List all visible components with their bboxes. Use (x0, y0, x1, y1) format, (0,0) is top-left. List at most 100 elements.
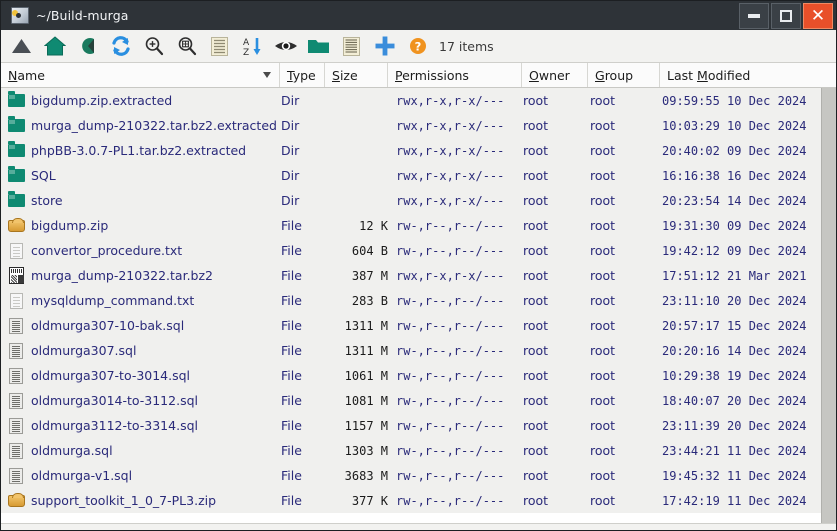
column-header-name[interactable]: Name (1, 63, 279, 87)
group-cell: root (590, 393, 616, 408)
file-list-area: bigdump.zip.extracted Dir rwx,r-x,r-x/--- r… (1, 88, 836, 523)
last-modified-cell: 23:11:10 20 Dec 2024 (662, 293, 807, 308)
column-header-last-modified[interactable]: Last Modified (659, 63, 836, 87)
column-header-permissions[interactable]: Permissions (387, 63, 521, 87)
file-name-cell: murga_dump-210322.tar.bz2.extracted (31, 118, 277, 133)
group-cell: root (590, 318, 616, 333)
table-row[interactable]: convertor_procedure.txt File 604 B rw-,r--,… (1, 238, 821, 263)
table-row[interactable]: store Dir rwx,r-x,r-x/--- root root 20:23:54 … (1, 188, 821, 213)
table-row[interactable]: murga_dump-210322.tar.bz2 File 387 M rwx,r-… (1, 263, 821, 288)
table-row[interactable]: oldmurga307.sql File 1311 M rw-,r--,r--/---… (1, 338, 821, 363)
group-cell: root (590, 118, 616, 133)
owner-cell: root (523, 318, 549, 333)
svg-text:Z: Z (243, 48, 249, 56)
table-row[interactable]: bigdump.zip.extracted Dir rwx,r-x,r-x/--- r… (1, 88, 821, 113)
folder-image-icon (7, 6, 29, 26)
last-modified-cell: 19:42:12 09 Dec 2024 (662, 243, 807, 258)
up-arrow-icon[interactable] (5, 32, 38, 61)
last-modified-cell: 10:03:29 10 Dec 2024 (662, 118, 807, 133)
permissions-cell: rwx,r-x,r-x/--- (396, 168, 505, 183)
file-type-cell: File (281, 443, 302, 458)
file-name-cell: SQL (31, 168, 56, 183)
folder-icon (1, 138, 31, 163)
table-row[interactable]: bigdump.zip File 12 K rw-,r--,r--/--- root ro… (1, 213, 821, 238)
file-size-cell: 1157 M (344, 418, 388, 433)
last-modified-cell: 10:29:38 19 Dec 2024 (662, 368, 807, 383)
folder-icon (1, 113, 31, 138)
refresh-icon[interactable] (104, 32, 137, 61)
sql-file-icon (1, 313, 31, 338)
permissions-cell: rw-,r--,r--/--- (396, 468, 505, 483)
table-row[interactable]: oldmurga307-to-3014.sql File 1061 M rw-,r--… (1, 363, 821, 388)
file-list[interactable]: bigdump.zip.extracted Dir rwx,r-x,r-x/--- r… (1, 88, 821, 523)
owner-cell: root (523, 293, 549, 308)
group-cell: root (590, 293, 616, 308)
vertical-scrollbar[interactable] (821, 88, 836, 523)
table-row[interactable]: oldmurga.sql File 1303 M rw-,r--,r--/--- roo… (1, 438, 821, 463)
file-type-cell: Dir (281, 168, 300, 183)
zoom-in-icon[interactable] (137, 32, 170, 61)
permissions-cell: rw-,r--,r--/--- (396, 368, 505, 383)
group-cell: root (590, 493, 616, 508)
group-cell: root (590, 443, 616, 458)
new-folder-icon[interactable] (302, 32, 335, 61)
group-cell: root (590, 93, 616, 108)
back-icon[interactable] (71, 32, 104, 61)
file-size-cell: 604 B (351, 243, 388, 258)
last-modified-cell: 20:23:54 14 Dec 2024 (662, 193, 807, 208)
table-row[interactable]: oldmurga3014-to-3112.sql File 1081 M rw-,r-… (1, 388, 821, 413)
column-header-type[interactable]: Type (279, 63, 324, 87)
column-header-group[interactable]: Group (587, 63, 659, 87)
file-size-cell: 1081 M (344, 393, 388, 408)
owner-cell: root (523, 493, 549, 508)
owner-cell: root (523, 218, 549, 233)
close-button[interactable]: ✕ (803, 2, 833, 29)
table-row[interactable]: phpBB-3.0.7-PL1.tar.bz2.extracted Dir rwx,… (1, 138, 821, 163)
permissions-cell: rw-,r--,r--/--- (396, 493, 505, 508)
file-type-cell: File (281, 318, 302, 333)
help-icon[interactable]: ? (401, 32, 434, 61)
file-size-cell: 283 B (351, 293, 388, 308)
group-cell: root (590, 218, 616, 233)
maximize-button[interactable] (771, 2, 801, 29)
status-bar (1, 523, 836, 530)
file-type-cell: File (281, 393, 302, 408)
list-view-icon[interactable] (203, 32, 236, 61)
file-name-cell: oldmurga3112-to-3314.sql (31, 418, 198, 433)
minimize-icon (748, 13, 760, 18)
title-bar[interactable]: ~/Build-murga ✕ (1, 1, 836, 30)
table-row[interactable]: oldmurga-v1.sql File 3683 M rw-,r--,r--/---… (1, 463, 821, 488)
owner-cell: root (523, 468, 549, 483)
file-size-cell: 377 K (351, 493, 388, 508)
file-name-cell: store (31, 193, 63, 208)
show-hidden-icon[interactable] (269, 32, 302, 61)
table-row[interactable]: support_toolkit_1_0_7-PL3.zip File 377 K rw… (1, 488, 821, 513)
table-row[interactable]: mysqldump_command.txt File 283 B rw-,r--,r-… (1, 288, 821, 313)
last-modified-cell: 17:42:19 11 Dec 2024 (662, 493, 807, 508)
owner-cell: root (523, 143, 549, 158)
minimize-button[interactable] (739, 2, 769, 29)
last-modified-cell: 18:40:07 20 Dec 2024 (662, 393, 807, 408)
zoom-out-icon[interactable] (170, 32, 203, 61)
file-type-cell: File (281, 218, 302, 233)
file-size-cell: 3683 M (344, 468, 388, 483)
table-row[interactable]: murga_dump-210322.tar.bz2.extracted Dir rw… (1, 113, 821, 138)
group-cell: root (590, 193, 616, 208)
home-icon[interactable] (38, 32, 71, 61)
group-cell: root (590, 268, 616, 283)
file-type-cell: Dir (281, 143, 300, 158)
table-row[interactable]: SQL Dir rwx,r-x,r-x/--- root root 16:16:38 16… (1, 163, 821, 188)
detail-view-icon[interactable] (335, 32, 368, 61)
permissions-cell: rw-,r--,r--/--- (396, 393, 505, 408)
permissions-cell: rw-,r--,r--/--- (396, 318, 505, 333)
add-icon[interactable] (368, 32, 401, 61)
group-cell: root (590, 418, 616, 433)
column-header-size[interactable]: Size (324, 63, 387, 87)
last-modified-cell: 23:11:39 20 Dec 2024 (662, 418, 807, 433)
column-header-owner[interactable]: Owner (521, 63, 587, 87)
table-row[interactable]: oldmurga307-10-bak.sql File 1311 M rw-,r--,… (1, 313, 821, 338)
table-row[interactable]: oldmurga3112-to-3314.sql File 1157 M rw-,r-… (1, 413, 821, 438)
sort-az-icon[interactable]: A Z (236, 32, 269, 61)
file-type-cell: File (281, 418, 302, 433)
folder-icon (1, 188, 31, 213)
